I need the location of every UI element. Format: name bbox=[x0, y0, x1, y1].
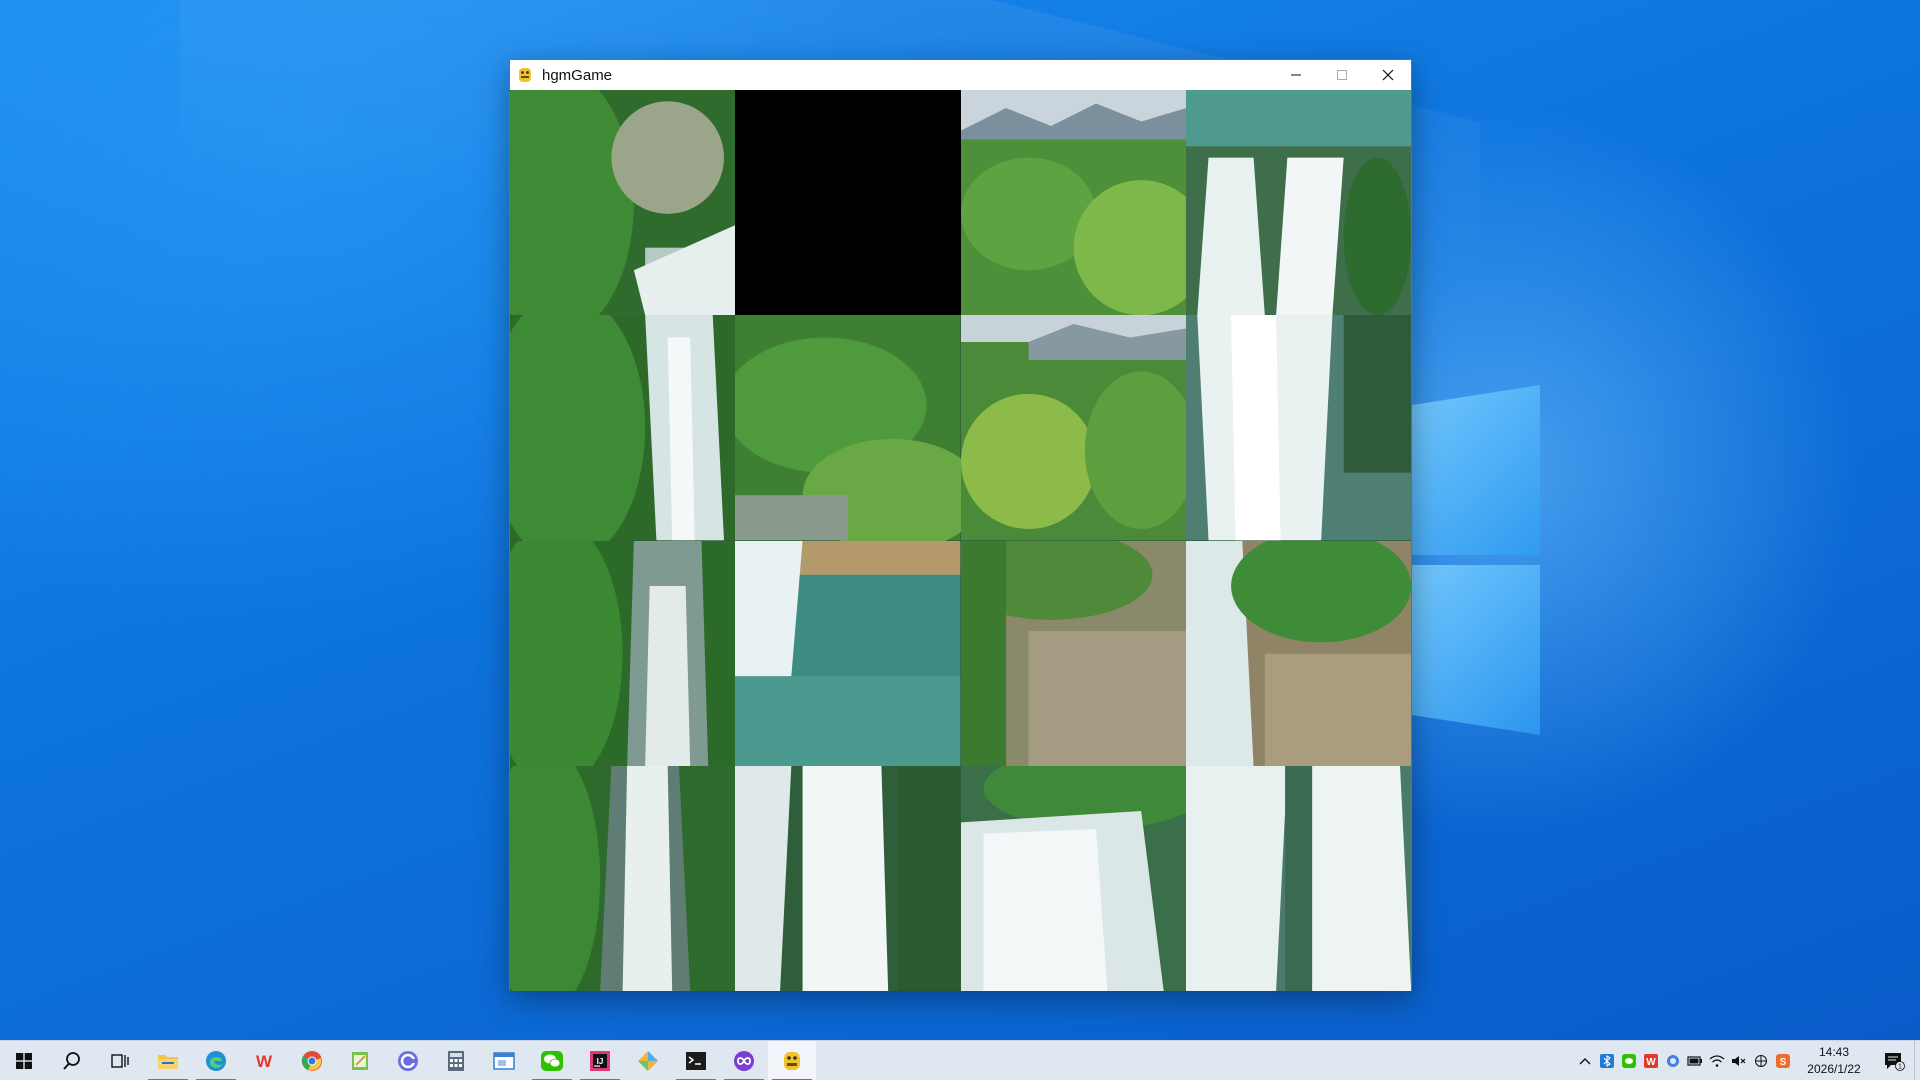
wifi-icon[interactable] bbox=[1706, 1041, 1728, 1080]
window-controls bbox=[1273, 60, 1411, 90]
intellij-icon[interactable]: IJ bbox=[576, 1041, 624, 1080]
folder-icon[interactable] bbox=[144, 1041, 192, 1080]
chevron-up-icon[interactable] bbox=[1574, 1041, 1596, 1080]
puzzle-tile[interactable] bbox=[960, 765, 1186, 991]
puzzle-tile[interactable] bbox=[1185, 90, 1411, 316]
calculator-icon[interactable] bbox=[432, 1041, 480, 1080]
notification-count: 1 bbox=[1898, 1064, 1902, 1071]
svg-text:IJ: IJ bbox=[597, 1057, 604, 1066]
notification-center-button[interactable]: 1 bbox=[1874, 1041, 1914, 1080]
puzzle-tile[interactable] bbox=[960, 540, 1186, 766]
clock-time: 14:43 bbox=[1818, 1045, 1850, 1059]
notification-icon: 1 bbox=[1885, 1053, 1905, 1071]
puzzle-tile[interactable] bbox=[960, 90, 1186, 316]
infinity-app-icon[interactable] bbox=[720, 1041, 768, 1080]
clock-date: 2026/1/22 bbox=[1807, 1062, 1861, 1076]
puzzle-tile[interactable] bbox=[510, 315, 736, 541]
puzzle-tile[interactable] bbox=[1185, 315, 1411, 541]
close-icon bbox=[1382, 69, 1394, 81]
minimize-icon bbox=[1291, 74, 1301, 76]
puzzle-board bbox=[510, 90, 1411, 991]
circle-tray-icon[interactable] bbox=[1662, 1041, 1684, 1080]
show-desktop-button[interactable] bbox=[1914, 1041, 1920, 1080]
puzzle-tile[interactable] bbox=[735, 540, 961, 766]
puzzle-tile[interactable] bbox=[510, 765, 736, 991]
puzzle-tile[interactable] bbox=[735, 765, 961, 991]
chrome-browser-icon[interactable] bbox=[288, 1041, 336, 1080]
wps-tray-icon[interactable]: W bbox=[1640, 1041, 1662, 1080]
kite-app-icon[interactable] bbox=[624, 1041, 672, 1080]
taskbar: W IJ W S 14:43 2026/1/22 1 bbox=[0, 1040, 1920, 1080]
wechat-icon[interactable] bbox=[528, 1041, 576, 1080]
bluetooth-icon[interactable] bbox=[1596, 1041, 1618, 1080]
game-window: hgmGame bbox=[509, 59, 1412, 991]
puzzle-tile[interactable] bbox=[1185, 765, 1411, 991]
svg-text:S: S bbox=[1780, 1057, 1787, 1068]
maximize-icon bbox=[1337, 70, 1347, 80]
empty-tile[interactable] bbox=[735, 90, 961, 316]
notepad-icon[interactable] bbox=[336, 1041, 384, 1080]
python-game-icon[interactable] bbox=[768, 1040, 816, 1080]
minimize-button[interactable] bbox=[1273, 60, 1319, 90]
search-icon[interactable] bbox=[48, 1041, 96, 1080]
puzzle-tile[interactable] bbox=[735, 315, 961, 541]
battery-icon[interactable] bbox=[1684, 1041, 1706, 1080]
system-tray: W S 14:43 2026/1/22 1 bbox=[1574, 1041, 1920, 1080]
wps-office-icon[interactable]: W bbox=[240, 1041, 288, 1080]
svg-text:W: W bbox=[1646, 1057, 1656, 1068]
taskbar-clock[interactable]: 14:43 2026/1/22 bbox=[1794, 1044, 1874, 1078]
ime-icon[interactable] bbox=[1750, 1041, 1772, 1080]
svg-text:W: W bbox=[256, 1052, 273, 1071]
task-view-icon[interactable] bbox=[96, 1041, 144, 1080]
sogou-input-icon[interactable]: S bbox=[1772, 1041, 1794, 1080]
puzzle-tile[interactable] bbox=[960, 315, 1186, 541]
edge-browser-icon[interactable] bbox=[192, 1041, 240, 1080]
window-title: hgmGame bbox=[542, 66, 613, 84]
terminal-icon[interactable] bbox=[672, 1041, 720, 1080]
puzzle-tile[interactable] bbox=[510, 540, 736, 766]
window-app-icon[interactable] bbox=[480, 1041, 528, 1080]
close-button[interactable] bbox=[1365, 60, 1411, 90]
window-titlebar[interactable]: hgmGame bbox=[510, 60, 1411, 90]
volume-muted-icon[interactable] bbox=[1728, 1041, 1750, 1080]
python-app-icon bbox=[510, 60, 540, 90]
circle-app-icon[interactable] bbox=[384, 1041, 432, 1080]
puzzle-tile[interactable] bbox=[1185, 540, 1411, 766]
puzzle-tile[interactable] bbox=[510, 90, 736, 316]
wechat-tray-icon[interactable] bbox=[1618, 1041, 1640, 1080]
maximize-button[interactable] bbox=[1319, 60, 1365, 90]
windows-start-icon[interactable] bbox=[0, 1041, 48, 1080]
